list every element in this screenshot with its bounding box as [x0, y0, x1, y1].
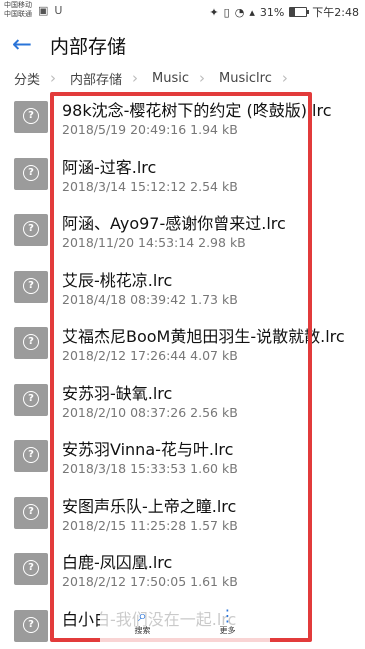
breadcrumb-item-musiclrc[interactable]: Musiclrc: [205, 71, 272, 86]
breadcrumb: 分类 › 内部存储 › Music › Musiclrc ›: [0, 66, 365, 90]
file-name: 安图声乐队-上帝之瞳.lrc: [62, 496, 237, 516]
file-name: 白鹿-凤囚凰.lrc: [62, 553, 173, 572]
notification-icon: ▣: [38, 4, 49, 17]
list-item[interactable]: ? 98k沈念-樱花树下的约定 (咚鼓版).lrc 2018/5/19 20:4…: [0, 90, 365, 147]
unknown-file-icon: ?: [14, 214, 48, 246]
unknown-file-icon: ?: [14, 327, 48, 359]
carrier-info: 中国移动 中国联通: [4, 1, 32, 19]
file-name: 艾辰-桃花凉.lrc: [62, 270, 173, 290]
file-meta: 2018/5/19 20:49:16 1.94 kB: [62, 122, 238, 137]
wifi-icon: ◔: [234, 5, 245, 19]
nfc-icon: ✦: [209, 5, 219, 19]
signal-icon: ▴: [249, 5, 255, 19]
search-button[interactable]: ⌕ 搜索: [134, 605, 151, 636]
list-item[interactable]: ? 阿涵、Ayo97-感谢你曾来过.lrc 2018/11/20 14:53:1…: [0, 203, 365, 260]
file-name: 阿涵-过客.lrc: [62, 157, 157, 177]
unknown-file-icon: ?: [14, 383, 48, 416]
file-meta: 2018/3/14 15:12:12 2.54 kB: [62, 178, 238, 194]
more-label: 更多: [219, 625, 236, 635]
list-item[interactable]: ? 安苏羽Vinna-花与叶.lrc 2018/3/18 15:33:53 1.…: [0, 429, 365, 486]
breadcrumb-item-internal-storage[interactable]: 内部存储: [56, 69, 122, 88]
vibrate-icon: ▯: [223, 5, 230, 19]
file-meta: 2018/2/10 08:37:26 2.56 kB: [62, 404, 238, 420]
chevron-right-icon: ›: [199, 69, 206, 87]
breadcrumb-item-category[interactable]: 分类: [0, 69, 40, 88]
file-name: 安苏羽-缺氧.lrc: [62, 383, 173, 403]
file-meta: 2018/11/20 14:53:14 2.98 kB: [62, 235, 246, 250]
status-bar: 中国移动 中国联通 ▣ U ✦ ▯ ◔ ▴ 31% 下午2:48: [0, 0, 365, 24]
unknown-file-icon: ?: [14, 553, 48, 585]
file-list: ? 98k沈念-樱花树下的约定 (咚鼓版).lrc 2018/5/19 20:4…: [0, 90, 365, 649]
file-name: 艾福杰尼BooM黄旭田羽生-说散就散.lrc: [62, 327, 345, 346]
search-icon: ⌕: [138, 605, 147, 625]
app-notification-icon: U: [54, 4, 63, 17]
clock: 下午2:48: [312, 6, 359, 19]
carrier-1: 中国移动: [4, 1, 32, 9]
more-button[interactable]: ⋮ 更多: [219, 605, 236, 636]
back-arrow-icon[interactable]: ←: [12, 30, 36, 58]
unknown-file-icon: ?: [14, 496, 48, 529]
unknown-file-icon: ?: [14, 270, 48, 303]
breadcrumb-item-music[interactable]: Music: [138, 71, 189, 86]
file-name: 阿涵、Ayo97-感谢你曾来过.lrc: [62, 214, 286, 233]
battery-icon: [289, 7, 310, 17]
unknown-file-icon: ?: [14, 157, 48, 190]
chevron-right-icon: ›: [132, 69, 139, 87]
list-item[interactable]: ? 安图声乐队-上帝之瞳.lrc 2018/2/15 11:25:28 1.57…: [0, 486, 365, 543]
chevron-right-icon: ›: [281, 69, 288, 87]
unknown-file-icon: ?: [14, 440, 48, 472]
app-bar: ← 内部存储: [0, 24, 365, 66]
list-item[interactable]: ? 艾辰-桃花凉.lrc 2018/4/18 08:39:42 1.73 kB: [0, 260, 365, 317]
file-meta: 2018/2/15 11:25:28 1.57 kB: [62, 517, 238, 533]
chevron-right-icon: ›: [50, 69, 57, 87]
unknown-file-icon: ?: [14, 609, 48, 642]
carrier-2: 中国联通: [4, 10, 32, 18]
list-item[interactable]: ? 白鹿-凤囚凰.lrc 2018/2/12 17:50:05 1.61 kB: [0, 542, 365, 599]
file-meta: 2018/3/18 15:33:53 1.60 kB: [62, 461, 238, 476]
file-meta: 2018/2/12 17:50:05 1.61 kB: [62, 574, 238, 589]
battery-percent: 31%: [259, 5, 285, 19]
unknown-file-icon: ?: [14, 101, 48, 133]
more-vertical-icon: ⋮: [219, 605, 236, 625]
search-label: 搜索: [134, 625, 151, 635]
page-title: 内部存储: [50, 36, 127, 58]
file-name: 安苏羽Vinna-花与叶.lrc: [62, 440, 234, 459]
file-meta: 2018/2/12 17:26:44 4.07 kB: [62, 348, 238, 363]
list-item[interactable]: ? 阿涵-过客.lrc 2018/3/14 15:12:12 2.54 kB: [0, 147, 365, 204]
file-name: 98k沈念-樱花树下的约定 (咚鼓版).lrc: [62, 101, 332, 120]
bottom-toolbar: ⌕ 搜索 ⋮ 更多: [100, 598, 270, 644]
file-meta: 2018/4/18 08:39:42 1.73 kB: [62, 291, 238, 307]
list-item[interactable]: ? 艾福杰尼BooM黄旭田羽生-说散就散.lrc 2018/2/12 17:26…: [0, 316, 365, 373]
list-item[interactable]: ? 安苏羽-缺氧.lrc 2018/2/10 08:37:26 2.56 kB: [0, 373, 365, 430]
